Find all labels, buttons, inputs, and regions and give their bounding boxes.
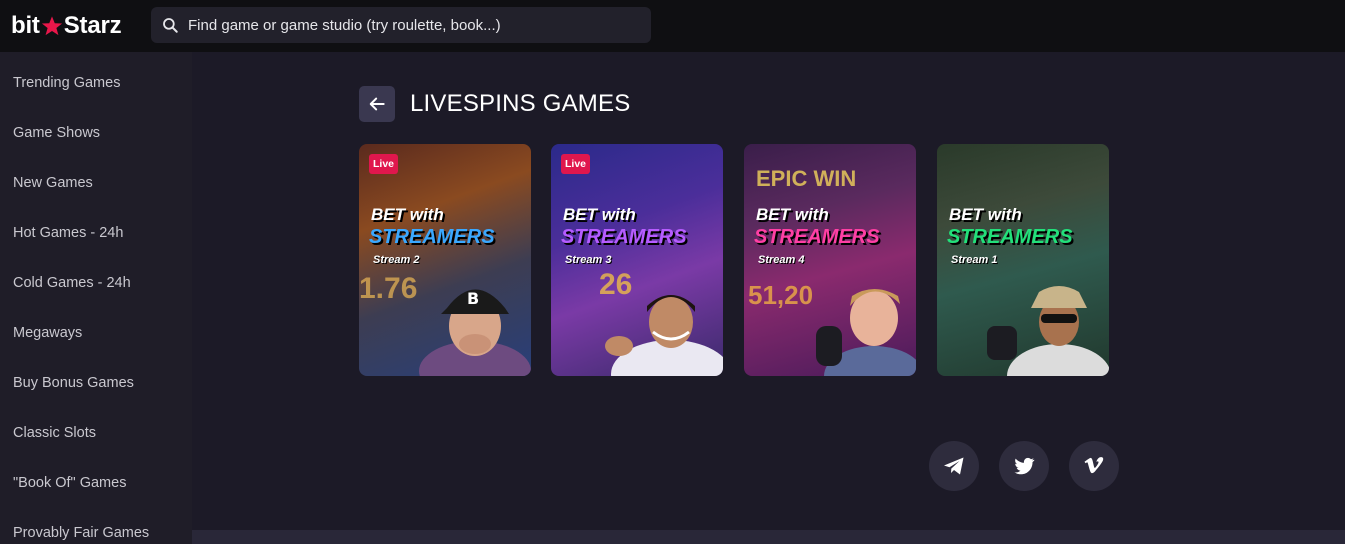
- top-bar: bit Starz: [0, 0, 1345, 52]
- back-button[interactable]: [359, 86, 395, 122]
- streamer-image: [605, 295, 723, 376]
- telegram-button[interactable]: [929, 441, 979, 491]
- card-line-2: STREAMERS: [754, 226, 880, 248]
- bitstarz-logo[interactable]: bit Starz: [11, 11, 122, 41]
- game-card-stream-3[interactable]: 26 Live BET with STREAMERS Stream 3: [551, 144, 723, 376]
- sidebar-item-new-games[interactable]: New Games: [13, 173, 93, 193]
- sidebar-item-game-shows[interactable]: Game Shows: [13, 123, 100, 143]
- card-line-1: BET with: [756, 205, 829, 224]
- card-stream-label: Stream 3: [565, 254, 612, 266]
- sidebar-item-buy-bonus-games[interactable]: Buy Bonus Games: [13, 373, 134, 393]
- sidebar: Trending Games Game Shows New Games Hot …: [0, 52, 192, 544]
- footer-strip: [192, 530, 1345, 544]
- card-line-1: BET with: [949, 205, 1022, 224]
- card-line-1: BET with: [371, 205, 444, 224]
- sidebar-item-classic-slots[interactable]: Classic Slots: [13, 423, 96, 443]
- sidebar-item-cold-games[interactable]: Cold Games - 24h: [13, 273, 131, 293]
- card-bg-number: 1.76: [359, 272, 418, 305]
- card-line-2: STREAMERS: [561, 226, 687, 248]
- game-card-stream-2[interactable]: 1.76 B Live BET with STREAMERS Stream 2: [359, 144, 531, 376]
- card-stream-label: Stream 1: [951, 254, 998, 266]
- card-stream-label: Stream 2: [373, 254, 420, 266]
- logo-text-left: bit: [11, 12, 40, 39]
- card-line-2: STREAMERS: [369, 226, 495, 248]
- game-card-stream-1[interactable]: BET with STREAMERS Stream 1: [937, 144, 1109, 376]
- live-badge: Live: [369, 154, 399, 174]
- search-bar[interactable]: [151, 7, 651, 43]
- sidebar-item-provably-fair-games[interactable]: Provably Fair Games: [13, 523, 149, 543]
- svg-text:B: B: [467, 289, 479, 308]
- card-top-text: EPIC WIN: [756, 166, 857, 191]
- sidebar-item-book-of-games[interactable]: "Book Of" Games: [13, 473, 126, 493]
- streamer-image: B: [419, 289, 531, 376]
- twitter-icon: [1014, 457, 1035, 475]
- arrow-left-icon: [369, 97, 385, 111]
- twitter-button[interactable]: [999, 441, 1049, 491]
- page-title: LIVESPINS GAMES: [410, 90, 631, 117]
- sidebar-item-megaways[interactable]: Megaways: [13, 323, 82, 343]
- search-input[interactable]: [188, 7, 651, 43]
- vimeo-button[interactable]: [1069, 441, 1119, 491]
- search-icon: [163, 18, 178, 33]
- telegram-icon: [944, 457, 964, 475]
- game-card-stream-4[interactable]: EPIC WIN 51,20 BET with STREAMERS Stream…: [744, 144, 916, 376]
- streamer-image: [987, 286, 1109, 376]
- sidebar-item-trending-games[interactable]: Trending Games: [13, 73, 120, 93]
- star-logo-icon: [41, 16, 62, 36]
- streamer-image: [816, 289, 916, 376]
- card-line-1: BET with: [563, 205, 636, 224]
- logo-text-right: Starz: [63, 12, 122, 39]
- card-stream-label: Stream 4: [758, 254, 805, 266]
- live-badge: Live: [561, 154, 591, 174]
- card-line-2: STREAMERS: [947, 226, 1073, 248]
- sidebar-item-hot-games[interactable]: Hot Games - 24h: [13, 223, 123, 243]
- card-bg-number: 51,20: [748, 280, 814, 310]
- vimeo-icon: [1084, 457, 1104, 474]
